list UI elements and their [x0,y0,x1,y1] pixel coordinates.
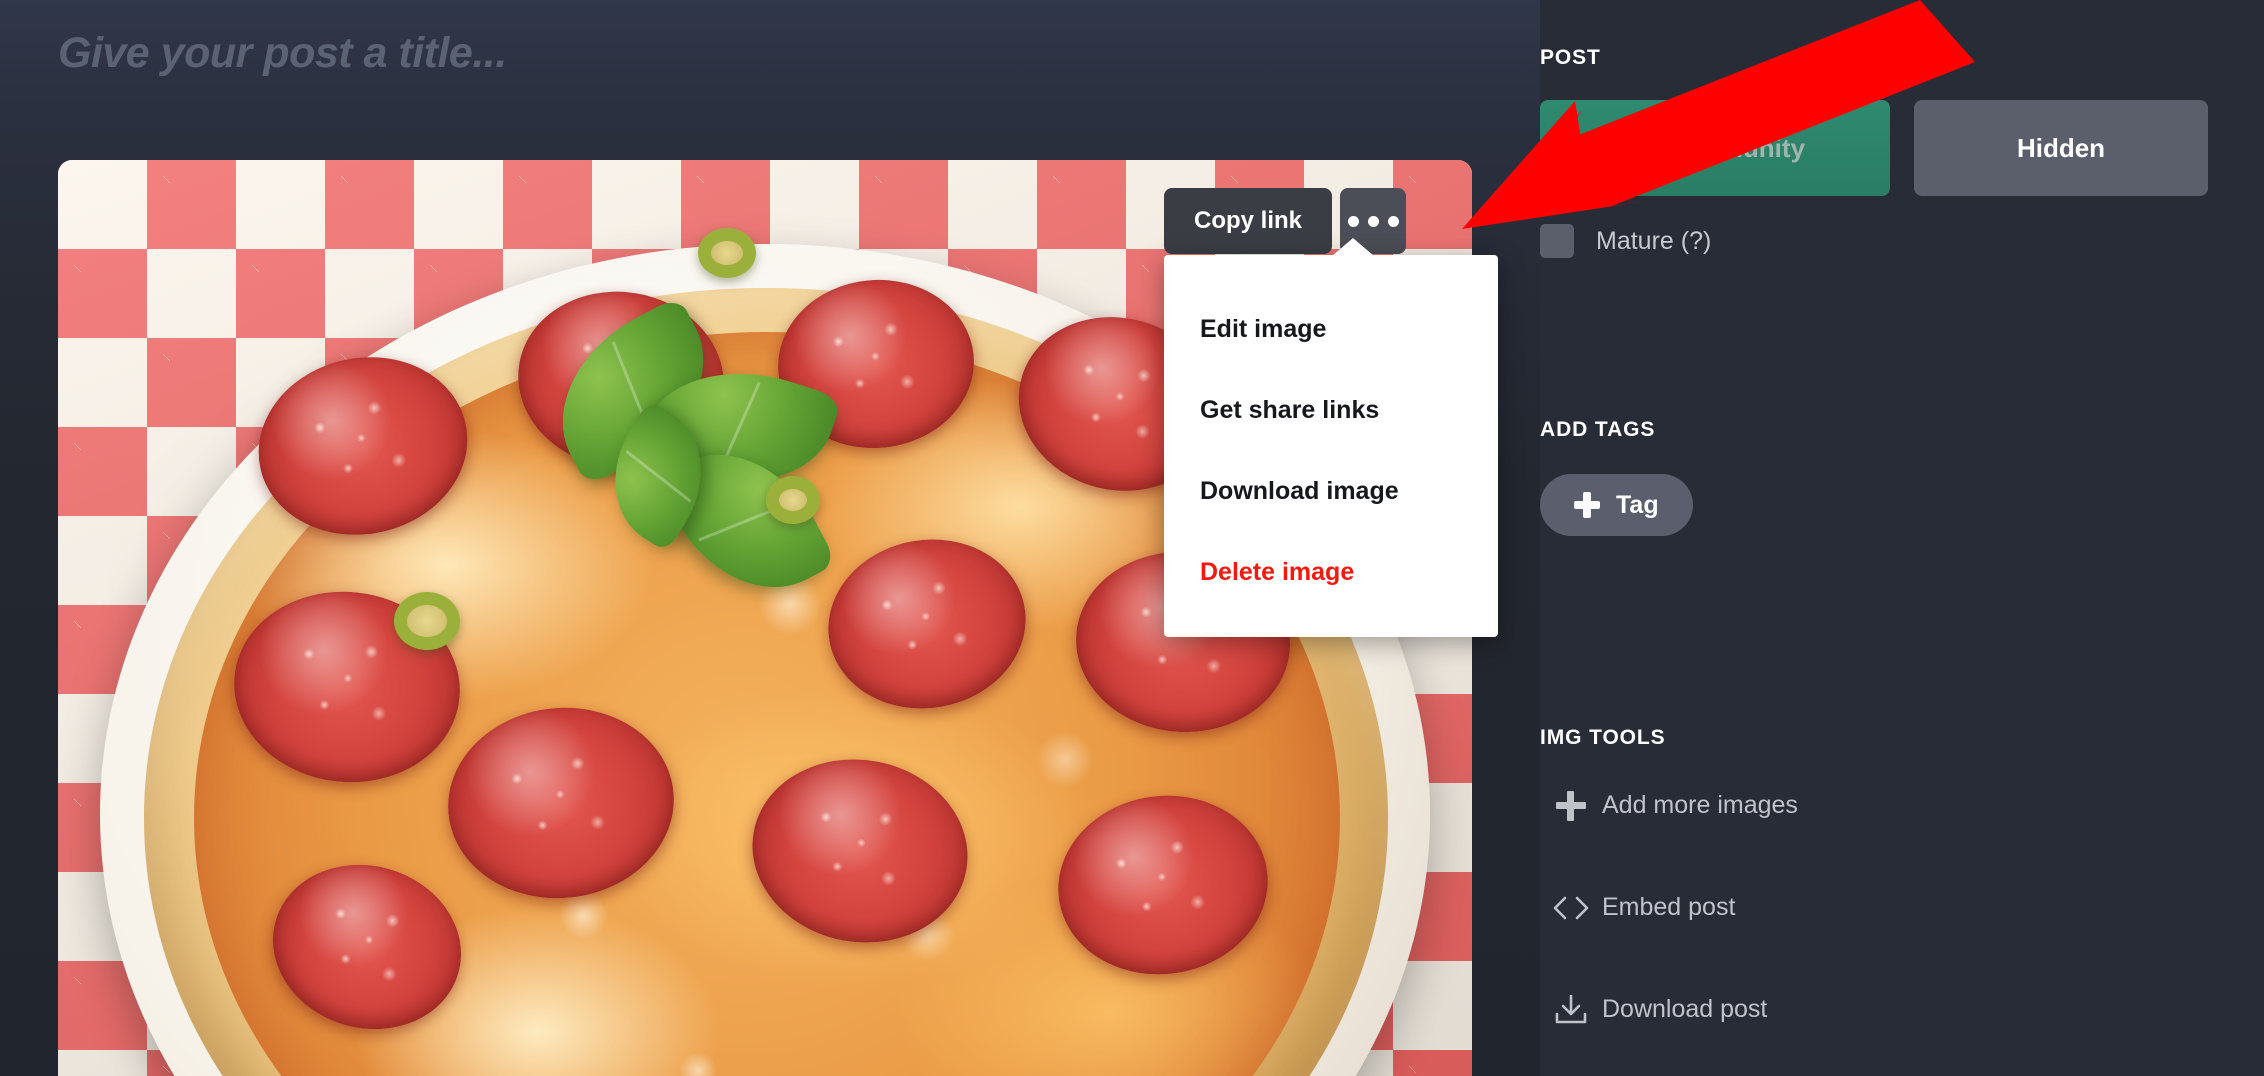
tags-section-heading: ADD TAGS [1540,418,1656,441]
jalapeno-ring [766,476,820,524]
tool-label: Download post [1602,995,1768,1023]
mature-row: Mature (?) [1540,224,2208,258]
plus-icon [1574,492,1600,518]
jalapeno-ring [698,228,756,278]
post-visibility-buttons: To Community Hidden [1540,100,2208,196]
ellipsis-icon [1347,215,1359,227]
post-section-heading: POST [1540,46,1601,69]
tool-add-more-images[interactable]: Add more images [1540,780,2208,831]
editor-column: Copy link Edit image Get share links Dow… [0,0,1540,1076]
download-icon [1540,994,1602,1026]
menu-item-delete-image[interactable]: Delete image [1164,544,1498,601]
tool-label: Embed post [1602,893,1736,921]
post-section: POST To Community Hidden Mature (?) [1540,46,2208,258]
post-title-input[interactable] [58,18,1358,88]
copy-link-button[interactable]: Copy link [1164,188,1333,254]
mature-checkbox[interactable] [1540,224,1574,258]
ellipsis-icon [1387,215,1399,227]
menu-item-get-share-links[interactable]: Get share links [1164,382,1498,439]
tool-label: Add more images [1602,791,1798,819]
tags-section: ADD TAGS Tag [1540,418,2208,536]
menu-item-edit-image[interactable]: Edit image [1164,301,1498,358]
post-settings-sidebar: POST To Community Hidden Mature (?) ADD … [1540,0,2264,1076]
tool-download-post[interactable]: Download post [1540,984,2208,1035]
jalapeno-ring [394,592,460,650]
post-editor-page: Copy link Edit image Get share links Dow… [0,0,2264,1076]
hidden-visibility-button[interactable]: Hidden [1914,100,2208,196]
tool-embed-post[interactable]: Embed post [1540,882,2208,933]
menu-item-download-image[interactable]: Download image [1164,463,1498,520]
img-tools-list: Add more images Embed post Download post [1540,780,2208,1076]
code-icon [1540,893,1602,923]
mature-label: Mature (?) [1596,226,1712,255]
publish-to-community-button[interactable]: To Community [1540,100,1890,196]
plus-icon [1540,790,1602,821]
add-tag-button[interactable]: Tag [1540,474,1693,536]
menu-caret-icon [1332,238,1374,256]
img-tools-heading: IMG TOOLS [1540,726,1666,749]
img-tools-section: IMG TOOLS Add more images Embed post Dow… [1540,726,2208,1076]
ellipsis-icon [1367,215,1379,227]
add-tag-label: Tag [1616,490,1659,519]
image-options-menu: Edit image Get share links Download imag… [1164,238,1498,637]
